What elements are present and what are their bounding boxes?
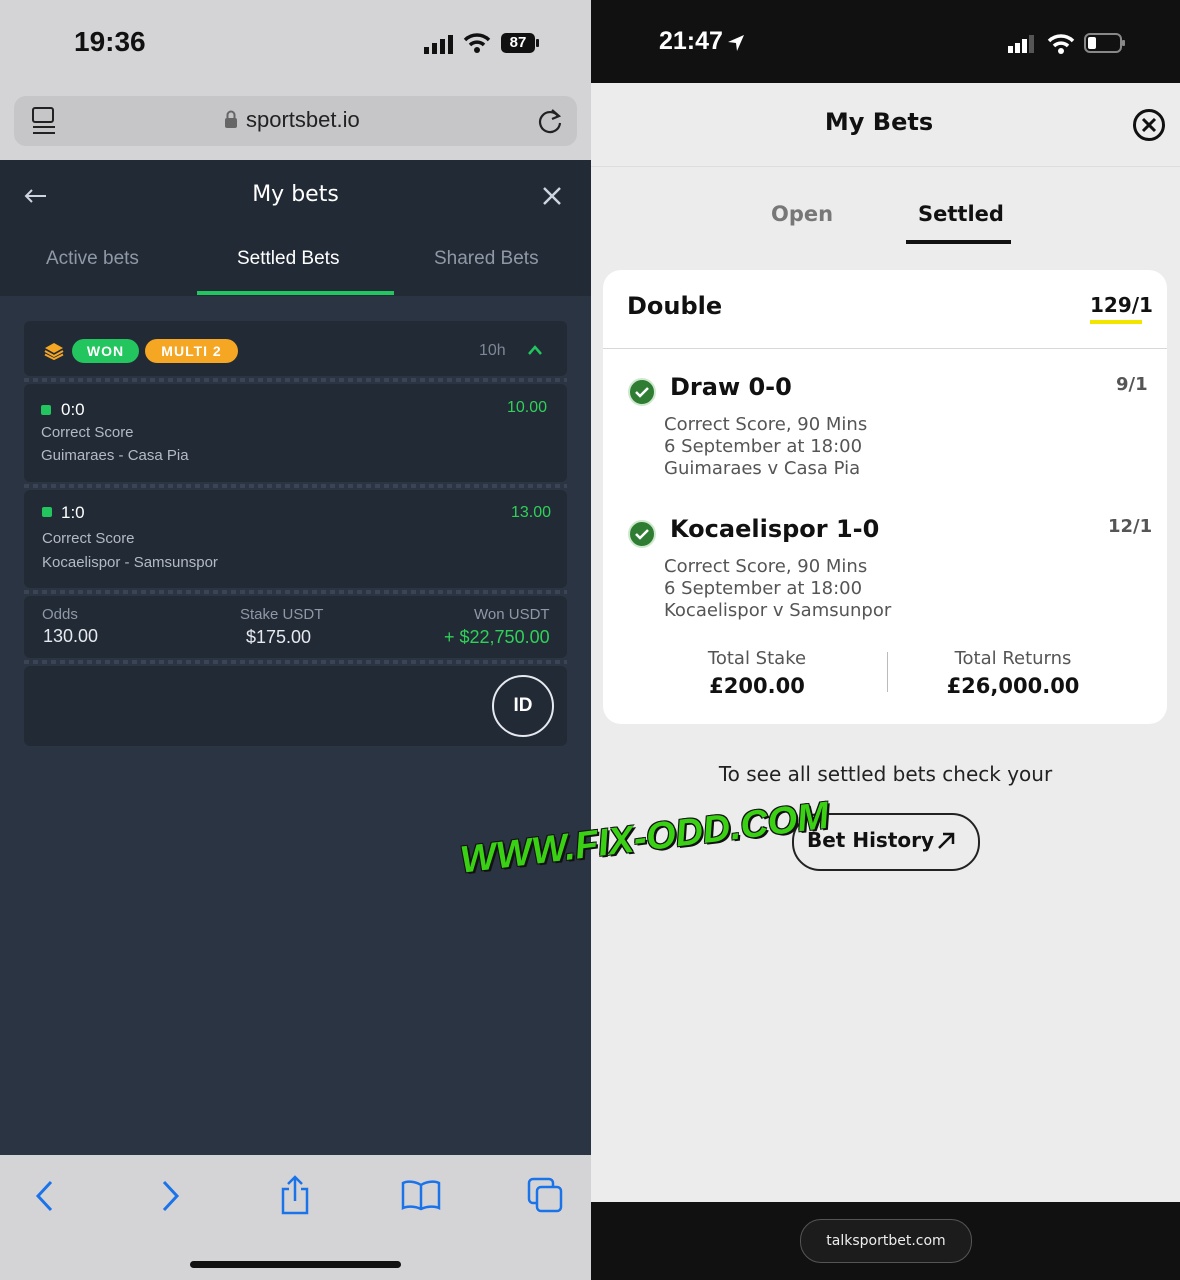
left-screenshot: 19:36 87 sportsbet.io My bets Active bet… xyxy=(0,0,591,1280)
dotted-divider xyxy=(24,484,567,488)
won-badge: WON xyxy=(72,339,139,363)
selection-odds: 10.00 xyxy=(507,399,548,416)
dotted-divider xyxy=(24,378,567,382)
close-icon[interactable] xyxy=(1132,108,1166,142)
total-odds: 129/1 xyxy=(1090,293,1153,317)
wifi-icon xyxy=(1047,34,1075,54)
selection-score: 1:0 xyxy=(61,503,85,522)
selection-score: 0:0 xyxy=(61,400,85,419)
stake-label: Stake USDT xyxy=(240,606,324,623)
odds-underline xyxy=(1090,320,1142,324)
bookmarks-icon[interactable] xyxy=(401,1179,441,1211)
active-tab-indicator xyxy=(906,240,1011,244)
status-time: 21:47 xyxy=(659,27,723,55)
chevron-up-icon[interactable] xyxy=(527,344,543,356)
selection-match: Guimaraes - Casa Pia xyxy=(41,447,189,464)
battery-icon: 87 xyxy=(501,33,535,53)
tab-open[interactable]: Open xyxy=(771,202,833,226)
selection-match: Kocaelispor - Samsunspor xyxy=(42,554,218,571)
selection-odds: 12/1 xyxy=(1108,516,1153,537)
stake-value: $175.00 xyxy=(246,627,312,647)
total-stake-label: Total Stake xyxy=(707,648,807,669)
total-stake-value: £200.00 xyxy=(709,674,805,698)
reload-icon[interactable] xyxy=(537,107,563,135)
signal-icon xyxy=(1008,35,1034,53)
selection-market: Correct Score, 90 Mins xyxy=(664,556,868,577)
status-time: 19:36 xyxy=(74,26,146,57)
external-link-arrow-icon xyxy=(938,832,955,849)
selection-match: Guimaraes v Casa Pia xyxy=(664,458,861,479)
tabs-icon[interactable] xyxy=(527,1177,565,1215)
dotted-divider xyxy=(24,590,567,594)
reader-icon[interactable] xyxy=(31,106,57,136)
site-label[interactable]: talksportbet.com xyxy=(800,1219,972,1263)
total-returns-label: Total Returns xyxy=(954,648,1072,669)
odds-label: Odds xyxy=(42,606,78,623)
battery-icon xyxy=(1084,33,1125,53)
selection-market: Correct Score, 90 Mins xyxy=(664,414,868,435)
selection-title: Kocaelispor 1-0 xyxy=(670,515,880,543)
selection-market: Correct Score xyxy=(42,530,135,547)
won-label: Won USDT xyxy=(474,606,550,623)
url-text: sportsbet.io xyxy=(246,107,360,132)
selection-match: Kocaelispor v Samsunpor xyxy=(664,600,892,621)
back-icon[interactable] xyxy=(34,1179,54,1213)
selection-odds: 13.00 xyxy=(511,504,552,521)
tab-active-bets[interactable]: Active bets xyxy=(46,248,139,270)
selection-date: 6 September at 18:00 xyxy=(664,578,863,599)
selection-title: Draw 0-0 xyxy=(670,373,792,401)
id-button[interactable]: ID xyxy=(492,675,554,737)
battery-tip xyxy=(536,39,539,47)
share-icon[interactable] xyxy=(279,1175,311,1215)
check-circle-icon xyxy=(628,520,656,548)
tab-settled-bets[interactable]: Settled Bets xyxy=(237,248,339,270)
bet-type: Double xyxy=(627,292,723,320)
share-card xyxy=(24,666,567,746)
tab-settled[interactable]: Settled xyxy=(918,202,1004,226)
layers-icon xyxy=(44,343,64,360)
selection-odds: 9/1 xyxy=(1116,374,1148,395)
location-arrow-icon xyxy=(728,35,744,51)
close-icon[interactable] xyxy=(542,186,562,206)
home-indicator xyxy=(190,1261,401,1268)
settled-notice: To see all settled bets check your xyxy=(718,762,1053,786)
signal-icon xyxy=(424,35,453,54)
check-circle-icon xyxy=(628,378,656,406)
totals-divider xyxy=(887,652,888,692)
odds-value: 130.00 xyxy=(43,626,99,646)
status-dot xyxy=(41,405,51,415)
card-divider xyxy=(603,348,1167,349)
right-screenshot: 21:47 My Bets Open Settled Double 129/1 … xyxy=(591,0,1180,1280)
status-dot xyxy=(42,507,52,517)
wifi-icon xyxy=(463,33,491,53)
total-returns-value: £26,000.00 xyxy=(946,674,1080,698)
multi-badge: MULTI 2 xyxy=(145,339,238,363)
page-title: My Bets xyxy=(824,108,934,136)
dotted-divider xyxy=(24,660,567,664)
tab-shared-bets[interactable]: Shared Bets xyxy=(434,248,539,270)
active-tab-indicator xyxy=(197,291,394,295)
lock-icon xyxy=(225,110,237,128)
app-header xyxy=(0,160,591,296)
selection-market: Correct Score xyxy=(41,424,134,441)
bet-time-ago: 10h xyxy=(479,342,506,359)
won-value: + $22,750.00 xyxy=(444,627,550,647)
forward-icon[interactable] xyxy=(161,1179,181,1213)
page-title: My bets xyxy=(252,182,339,207)
selection-date: 6 September at 18:00 xyxy=(664,436,863,457)
